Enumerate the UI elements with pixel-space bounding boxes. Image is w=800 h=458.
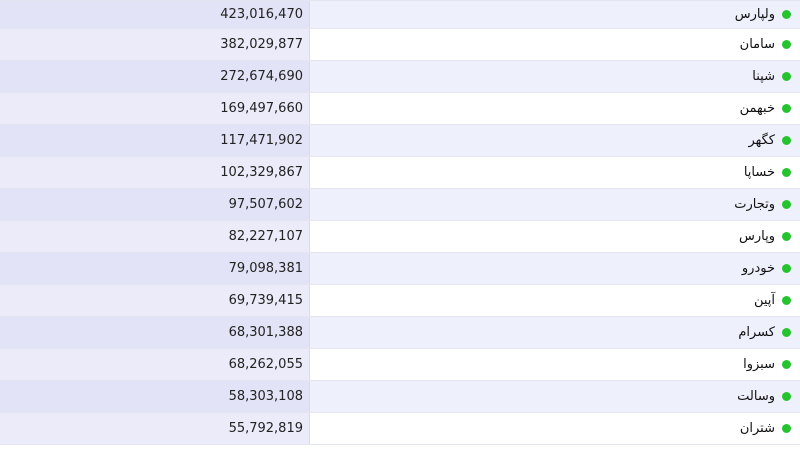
table-row[interactable]: 69,739,415 آپین [0, 285, 800, 317]
symbol-name[interactable]: کگهر [748, 133, 775, 148]
symbol-name[interactable]: وپارس [739, 229, 775, 244]
status-dot-icon [782, 168, 791, 177]
status-dot-icon [782, 232, 791, 241]
status-dot-icon [782, 264, 791, 273]
table-row[interactable]: 102,329,867 خساپا [0, 157, 800, 189]
status-dot-icon [782, 104, 791, 113]
table-row[interactable]: 68,262,055 سبزوا [0, 349, 800, 381]
table-row[interactable]: 272,674,690 شپنا [0, 61, 800, 93]
volume-value: 97,507,602 [0, 189, 310, 220]
volume-value: 82,227,107 [0, 221, 310, 252]
table-row[interactable]: 79,098,381 خودرو [0, 253, 800, 285]
symbol-cell[interactable]: خساپا [310, 157, 800, 188]
symbol-name[interactable]: کسرام [738, 325, 775, 340]
volume-value: 117,471,902 [0, 125, 310, 156]
status-dot-icon [782, 200, 791, 209]
symbol-name[interactable]: سبزوا [743, 357, 775, 372]
table-row[interactable]: 82,227,107 وپارس [0, 221, 800, 253]
table-row[interactable]: 58,303,108 وسالت [0, 381, 800, 413]
symbol-cell[interactable]: سامان [310, 29, 800, 60]
volume-value: 68,301,388 [0, 317, 310, 348]
symbol-cell[interactable]: وتجارت [310, 189, 800, 220]
status-dot-icon [782, 296, 791, 305]
symbol-name[interactable]: ولپارس [735, 7, 775, 22]
table-row[interactable]: 68,301,388 کسرام [0, 317, 800, 349]
volume-value: 58,303,108 [0, 381, 310, 412]
symbol-name[interactable]: خبهمن [740, 101, 775, 116]
symbol-name[interactable]: خودرو [742, 261, 775, 276]
symbol-cell[interactable]: کسرام [310, 317, 800, 348]
symbol-cell[interactable]: سبزوا [310, 349, 800, 380]
volume-value: 272,674,690 [0, 61, 310, 92]
symbol-cell[interactable]: ولپارس [310, 1, 800, 28]
symbol-name[interactable]: سامان [740, 37, 775, 52]
symbol-name[interactable]: شپنا [752, 69, 775, 84]
stock-volume-table: 423,016,470 ولپارس 382,029,877 سامان 272… [0, 0, 800, 445]
symbol-name[interactable]: خساپا [744, 165, 775, 180]
status-dot-icon [782, 360, 791, 369]
symbol-cell[interactable]: وسالت [310, 381, 800, 412]
status-dot-icon [782, 392, 791, 401]
volume-value: 55,792,819 [0, 413, 310, 444]
table-row[interactable]: 97,507,602 وتجارت [0, 189, 800, 221]
table-row[interactable]: 169,497,660 خبهمن [0, 93, 800, 125]
volume-value: 169,497,660 [0, 93, 310, 124]
symbol-name[interactable]: وتجارت [734, 197, 775, 212]
symbol-cell[interactable]: شتران [310, 413, 800, 444]
symbol-cell[interactable]: آپین [310, 285, 800, 316]
volume-value: 102,329,867 [0, 157, 310, 188]
volume-value: 69,739,415 [0, 285, 310, 316]
table-row[interactable]: 55,792,819 شتران [0, 413, 800, 445]
symbol-cell[interactable]: خودرو [310, 253, 800, 284]
status-dot-icon [782, 72, 791, 81]
symbol-cell[interactable]: کگهر [310, 125, 800, 156]
table-row[interactable]: 117,471,902 کگهر [0, 125, 800, 157]
symbol-cell[interactable]: وپارس [310, 221, 800, 252]
symbol-name[interactable]: شتران [740, 421, 775, 436]
volume-value: 68,262,055 [0, 349, 310, 380]
status-dot-icon [782, 424, 791, 433]
volume-value: 382,029,877 [0, 29, 310, 60]
status-dot-icon [782, 40, 791, 49]
symbol-name[interactable]: وسالت [737, 389, 775, 404]
table-row[interactable]: 423,016,470 ولپارس [0, 1, 800, 29]
status-dot-icon [782, 328, 791, 337]
symbol-cell[interactable]: خبهمن [310, 93, 800, 124]
status-dot-icon [782, 136, 791, 145]
symbol-cell[interactable]: شپنا [310, 61, 800, 92]
table-row[interactable]: 382,029,877 سامان [0, 29, 800, 61]
volume-value: 423,016,470 [0, 1, 310, 28]
symbol-name[interactable]: آپین [754, 293, 775, 308]
status-dot-icon [782, 10, 791, 19]
volume-value: 79,098,381 [0, 253, 310, 284]
